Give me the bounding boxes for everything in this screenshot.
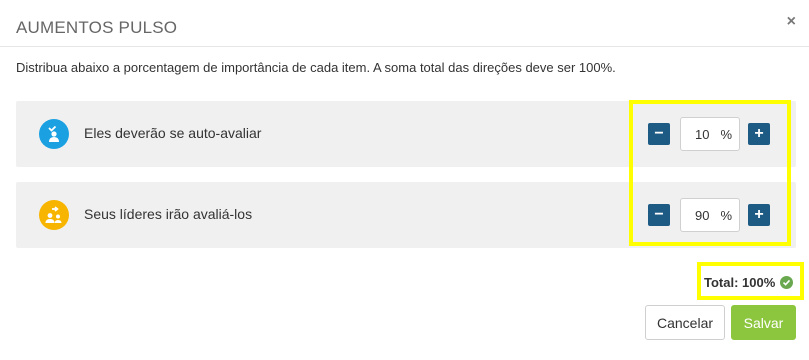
modal-title: AUMENTOS PULSO [16,18,178,37]
close-icon[interactable]: × [787,14,796,30]
pulse-raises-modal: AUMENTOS PULSO × Distribua abaixo a porc… [0,0,809,360]
cancel-button[interactable]: Cancelar [645,305,725,340]
item-label: Eles deverão se auto-avaliar [84,125,262,141]
steppers-highlight [629,100,791,246]
self-evaluation-icon [39,119,69,149]
leaders-evaluation-icon [39,200,69,230]
header-divider [0,46,809,47]
item-label: Seus líderes irão avaliá-los [84,206,253,222]
total-highlight [697,262,804,300]
modal-description: Distribua abaixo a porcentagem de import… [16,60,616,75]
save-button[interactable]: Salvar [731,305,796,340]
